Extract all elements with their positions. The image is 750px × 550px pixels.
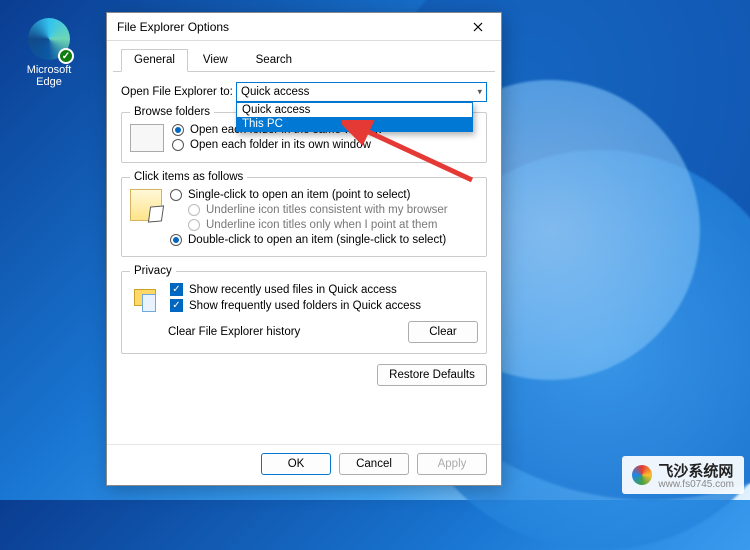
watermark-name: 飞沙系统网 [658,463,733,480]
browse-folders-icon [130,124,164,152]
ok-button[interactable]: OK [261,453,331,475]
tab-bar: General View Search [113,45,495,72]
clear-history-label: Clear File Explorer history [168,326,396,338]
open-explorer-dropdown: Quick access This PC [236,102,473,132]
group-privacy: Privacy ✓ Show recently used files in Qu… [121,265,487,354]
shield-check-icon: ✓ [58,48,74,64]
group-legend-click: Click items as follows [130,171,247,183]
restore-defaults-button[interactable]: Restore Defaults [377,364,487,386]
radio-same-window[interactable] [172,124,184,136]
open-explorer-label: Open File Explorer to: [121,86,236,98]
tab-general[interactable]: General [121,49,188,72]
checkbox-frequent-folders-label: Show frequently used folders in Quick ac… [189,300,421,312]
privacy-icon [130,283,162,315]
radio-single-click-label: Single-click to open an item (point to s… [188,189,410,201]
checkbox-frequent-folders[interactable]: ✓ [170,299,183,312]
combo-selected-text: Quick access [241,86,309,98]
edge-icon: ✓ [28,18,70,60]
group-legend-privacy: Privacy [130,265,176,277]
group-legend-browse: Browse folders [130,106,214,118]
checkbox-recent-files[interactable]: ✓ [170,283,183,296]
dialog-footer: OK Cancel Apply [107,444,501,485]
group-click-items: Click items as follows Single-click to o… [121,171,487,257]
apply-button: Apply [417,453,487,475]
click-items-icon [130,189,162,221]
close-button[interactable] [461,16,495,38]
radio-underline-point [188,219,200,231]
dropdown-item-this-pc[interactable]: This PC [237,117,472,131]
open-explorer-combo[interactable]: Quick access ▾ [236,82,487,102]
desktop-icon-label: Microsoft Edge [15,64,83,88]
radio-underline-browser [188,204,200,216]
radio-own-window-label: Open each folder in its own window [190,139,371,151]
titlebar: File Explorer Options [107,13,501,41]
radio-single-click[interactable] [170,189,182,201]
clear-button[interactable]: Clear [408,321,478,343]
cancel-button[interactable]: Cancel [339,453,409,475]
watermark-logo-icon [632,465,652,485]
radio-double-click-label: Double-click to open an item (single-cli… [188,234,446,246]
desktop-icon-edge[interactable]: ✓ Microsoft Edge [15,18,83,88]
close-icon [473,22,483,32]
file-explorer-options-dialog: File Explorer Options General View Searc… [106,12,502,486]
watermark-url: www.fs0745.com [658,479,734,490]
radio-underline-browser-label: Underline icon titles consistent with my… [206,204,448,216]
tab-view[interactable]: View [190,49,241,71]
radio-underline-point-label: Underline icon titles only when I point … [206,219,437,231]
dialog-title: File Explorer Options [117,20,461,34]
watermark: 飞沙系统网 www.fs0745.com [622,456,744,494]
checkbox-recent-files-label: Show recently used files in Quick access [189,284,397,296]
chevron-down-icon: ▾ [477,87,482,98]
radio-double-click[interactable] [170,234,182,246]
tab-search[interactable]: Search [243,49,305,71]
tab-content-general: Open File Explorer to: Quick access ▾ Qu… [107,72,501,444]
radio-own-window[interactable] [172,139,184,151]
dropdown-item-quick-access[interactable]: Quick access [237,103,472,117]
